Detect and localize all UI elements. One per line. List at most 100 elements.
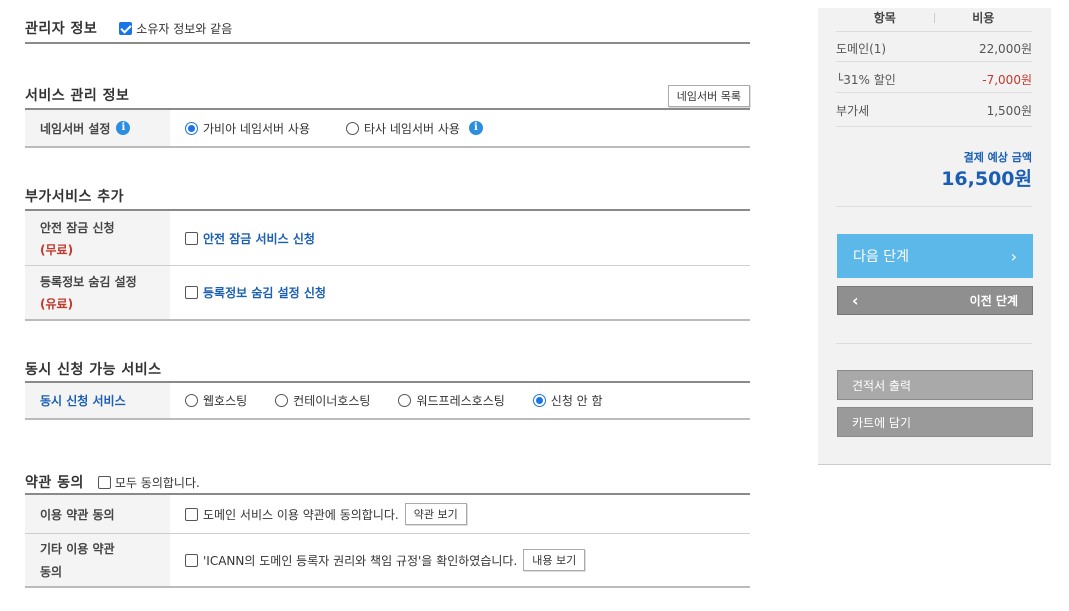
add-to-cart-label: 카트에 담기 — [852, 415, 912, 430]
concurrent-header: 동시 신청 가능 서비스 — [25, 359, 750, 379]
next-step-button[interactable]: 다음 단계 › — [837, 234, 1033, 278]
terms-other-option: 'ICANN의 도메인 등록자 권리와 책임 규정'을 확인하였습니다. 내용 … — [170, 534, 750, 586]
terms-other-label-cell: 기타 이용 약관 동의 — [25, 534, 170, 586]
admin-section-header: 관리자 정보 소유자 정보와 같음 — [25, 18, 750, 38]
safe-lock-option: 안전 잠금 서비스 신청 — [170, 211, 750, 265]
summary-row-discount: └31% 할인 -7,000원 — [836, 67, 1032, 93]
radio-none-icon[interactable] — [532, 394, 546, 407]
summary-row-label: 도메인(1) — [836, 42, 887, 56]
terms-use-label-cell: 이용 약관 동의 — [25, 495, 170, 533]
terms-other-toggle[interactable]: 'ICANN의 도메인 등록자 권리와 책임 규정'을 확인하였습니다. — [185, 552, 517, 569]
radio-none-label: 신청 안 함 — [550, 394, 603, 408]
terms-use-checkbox[interactable] — [185, 507, 198, 521]
radio-none[interactable]: 신청 안 함 — [532, 392, 603, 409]
prev-step-label: 이전 단계 — [969, 294, 1018, 308]
radio-container-hosting[interactable]: 컨테이너호스팅 — [275, 392, 370, 409]
radio-other-icon[interactable] — [346, 121, 359, 135]
concurrent-options: 웹호스팅 컨테이너호스팅 워드프레스호스팅 신청 안 함 — [170, 383, 750, 418]
view-content-button[interactable]: 내용 보기 — [523, 549, 586, 571]
agree-all-toggle[interactable]: 모두 동의합니다. — [97, 474, 200, 491]
terms-use-text: 도메인 서비스 이용 약관에 동의합니다. — [203, 507, 399, 522]
terms-other-label-2: 동의 — [40, 565, 63, 579]
addon-header: 부가서비스 추가 — [25, 186, 750, 206]
privacy-option-label: 등록정보 숨김 설정 신청 — [203, 286, 326, 300]
concurrent-title: 동시 신청 가능 서비스 — [25, 362, 162, 378]
safe-lock-row: 안전 잠금 신청 (무료) 안전 잠금 서비스 신청 — [25, 211, 750, 265]
radio-webhosting-label: 웹호스팅 — [203, 394, 248, 408]
radio-gabia-nameserver[interactable]: 가비아 네임서버 사용 — [185, 120, 310, 137]
concurrent-label: 동시 신청 서비스 — [40, 394, 126, 408]
nameserver-options: 가비아 네임서버 사용 타사 네임서버 사용 i — [170, 110, 750, 146]
agree-all-label: 모두 동의합니다. — [114, 475, 200, 490]
privacy-checkbox[interactable] — [185, 286, 198, 299]
divider — [25, 586, 750, 588]
radio-webhosting[interactable]: 웹호스팅 — [185, 392, 247, 409]
divider — [836, 343, 1032, 344]
radio-webhosting-icon[interactable] — [185, 394, 198, 407]
info-icon[interactable]: i — [116, 121, 131, 135]
divider — [836, 206, 1032, 207]
price-summary-panel: 항목 비용 도메인(1) 22,000원 └31% 할인 -7,000원 부가세… — [818, 8, 1051, 465]
summary-row-label: 부가세 — [836, 103, 870, 118]
agree-all-checkbox[interactable] — [97, 475, 111, 489]
svc-mgmt-title: 서비스 관리 정보 — [25, 88, 130, 104]
same-as-owner-label: 소유자 정보와 같음 — [136, 21, 233, 36]
total-label: 결제 예상 금액 — [963, 151, 1032, 164]
radio-container-icon[interactable] — [275, 394, 289, 407]
divider — [25, 146, 750, 148]
privacy-label: 등록정보 숨김 설정 — [40, 275, 137, 289]
admin-title: 관리자 정보 — [25, 21, 98, 37]
total-value: 16,500원 — [941, 168, 1032, 190]
radio-wordpress-label: 워드프레스호스팅 — [416, 394, 505, 408]
terms-other-row: 기타 이용 약관 동의 'ICANN의 도메인 등록자 권리와 책임 규정'을 … — [25, 534, 750, 586]
terms-use-label: 이용 약관 동의 — [40, 507, 115, 522]
divider — [25, 42, 750, 44]
radio-wordpress-icon[interactable] — [398, 394, 412, 407]
same-as-owner-checkbox[interactable] — [119, 21, 133, 35]
divider — [836, 126, 1032, 127]
print-quote-label: 견적서 출력 — [852, 378, 912, 393]
privacy-toggle[interactable]: 등록정보 숨김 설정 신청 — [185, 284, 326, 301]
nameserver-label-cell: 네임서버 설정 i — [25, 110, 170, 146]
safe-lock-toggle[interactable]: 안전 잠금 서비스 신청 — [185, 230, 315, 247]
concurrent-label-cell: 동시 신청 서비스 — [25, 383, 170, 418]
safe-lock-checkbox[interactable] — [185, 231, 198, 245]
radio-gabia-icon[interactable] — [185, 121, 198, 135]
radio-other-nameserver[interactable]: 타사 네임서버 사용 i — [346, 120, 483, 137]
terms-other-checkbox[interactable] — [185, 553, 198, 567]
terms-use-option: 도메인 서비스 이용 약관에 동의합니다. 약관 보기 — [170, 495, 750, 533]
summary-row-value: 22,000원 — [978, 42, 1032, 56]
radio-wordpress-hosting[interactable]: 워드프레스호스팅 — [398, 392, 505, 409]
nameserver-label: 네임서버 설정 — [40, 121, 111, 136]
chevron-right-icon: › — [1010, 246, 1017, 266]
svc-mgmt-header: 서비스 관리 정보 네임서버 목록 — [25, 83, 750, 107]
summary-row-value: -7,000원 — [982, 73, 1032, 87]
terms-use-row: 이용 약관 동의 도메인 서비스 이용 약관에 동의합니다. 약관 보기 — [25, 495, 750, 533]
next-step-label: 다음 단계 — [853, 249, 909, 265]
addon-title: 부가서비스 추가 — [25, 189, 125, 205]
divider — [25, 418, 750, 420]
same-as-owner-toggle[interactable]: 소유자 정보와 같음 — [119, 20, 232, 37]
terms-use-toggle[interactable]: 도메인 서비스 이용 약관에 동의합니다. — [185, 506, 399, 523]
add-to-cart-button[interactable]: 카트에 담기 — [837, 407, 1033, 437]
prev-step-button[interactable]: ‹ 이전 단계 — [837, 286, 1033, 315]
print-quote-button[interactable]: 견적서 출력 — [837, 370, 1033, 400]
col-cost-label: 비용 — [972, 11, 995, 25]
terms-other-label-1: 기타 이용 약관 — [40, 542, 115, 556]
divider — [25, 319, 750, 321]
view-terms-button[interactable]: 약관 보기 — [404, 503, 467, 525]
safe-lock-price: (무료) — [40, 242, 74, 257]
nameserver-list-button[interactable]: 네임서버 목록 — [667, 85, 750, 107]
summary-header: 항목 비용 — [836, 8, 1032, 32]
summary-row-vat: 부가세 1,500원 — [836, 97, 1032, 123]
terms-header: 약관 동의 모두 동의합니다. — [25, 472, 750, 492]
col-item-label: 항목 — [873, 11, 896, 25]
summary-row-label: └31% 할인 — [836, 73, 896, 87]
chevron-left-icon: ‹ — [852, 291, 859, 310]
info-icon[interactable]: i — [468, 121, 483, 135]
summary-row-value: 1,500원 — [986, 103, 1032, 118]
privacy-option: 등록정보 숨김 설정 신청 — [170, 266, 750, 319]
privacy-label-cell: 등록정보 숨김 설정 (유료) — [25, 266, 170, 319]
radio-other-label: 타사 네임서버 사용 — [364, 121, 460, 136]
safe-lock-option-label: 안전 잠금 서비스 신청 — [203, 231, 315, 246]
